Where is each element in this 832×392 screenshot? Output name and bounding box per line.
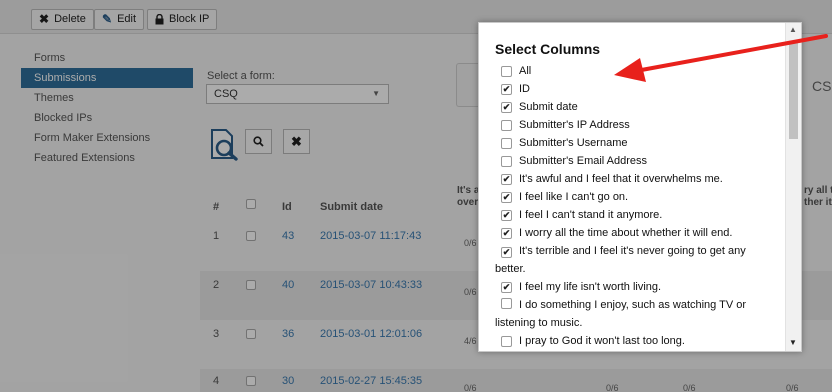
option-label: I feel I can't stand it anymore. bbox=[519, 209, 663, 221]
checkbox-checked[interactable]: ✔ bbox=[501, 102, 512, 113]
column-option-id[interactable]: ✔ ID bbox=[495, 80, 775, 98]
option-label: All bbox=[519, 65, 532, 77]
checkbox-checked[interactable]: ✔ bbox=[501, 192, 512, 203]
option-label: ID bbox=[519, 83, 530, 95]
option-label: I feel like I can't go on. bbox=[519, 191, 629, 203]
checkbox-checked[interactable]: ✔ bbox=[501, 210, 512, 221]
column-option-ip-address[interactable]: Submitter's IP Address bbox=[495, 116, 775, 134]
option-label: Submitter's Email Address bbox=[519, 155, 648, 167]
checkbox-checked[interactable]: ✔ bbox=[501, 174, 512, 185]
column-option-username[interactable]: Submitter's Username bbox=[495, 134, 775, 152]
column-option-email[interactable]: Submitter's Email Address bbox=[495, 152, 775, 170]
scroll-down-icon[interactable]: ▼ bbox=[789, 338, 797, 347]
column-option-q4[interactable]: ✔ I worry all the time about whether it w… bbox=[495, 224, 775, 242]
scroll-thumb[interactable] bbox=[789, 41, 798, 139]
column-option-q5[interactable]: ✔ It's terrible and I feel it's never goi… bbox=[495, 242, 775, 278]
option-label: I do something I enjoy, such as watching… bbox=[495, 299, 747, 329]
checkbox-checked[interactable]: ✔ bbox=[501, 282, 512, 293]
checkbox[interactable] bbox=[501, 336, 512, 347]
option-label: Submit date bbox=[519, 101, 578, 113]
scroll-up-icon[interactable]: ▲ bbox=[789, 25, 797, 34]
option-label: It's terrible and I feel it's never goin… bbox=[495, 245, 746, 275]
select-columns-popup: Select Columns All ✔ ID ✔ Submit date Subm… bbox=[478, 22, 802, 352]
popup-scrollbar[interactable]: ▲ ▼ bbox=[785, 23, 801, 351]
column-option-q2[interactable]: ✔ I feel like I can't go on. bbox=[495, 188, 775, 206]
checkbox[interactable] bbox=[501, 138, 512, 149]
checkbox-checked[interactable]: ✔ bbox=[501, 84, 512, 95]
checkbox-checked[interactable]: ✔ bbox=[501, 228, 512, 239]
column-option-q7[interactable]: I do something I enjoy, such as watching… bbox=[495, 296, 775, 332]
column-option-all[interactable]: All bbox=[495, 62, 775, 80]
checkbox[interactable] bbox=[501, 66, 512, 77]
checkbox[interactable] bbox=[501, 298, 512, 309]
checkbox-checked[interactable]: ✔ bbox=[501, 247, 512, 258]
popup-title: Select Columns bbox=[495, 41, 601, 57]
column-option-submit-date[interactable]: ✔ Submit date bbox=[495, 98, 775, 116]
option-label: Submitter's Username bbox=[519, 137, 628, 149]
option-label: I pray to God it won't last too long. bbox=[519, 335, 685, 347]
column-option-q3[interactable]: ✔ I feel I can't stand it anymore. bbox=[495, 206, 775, 224]
option-label: I worry all the time about whether it wi… bbox=[519, 227, 733, 239]
column-option-q8[interactable]: I pray to God it won't last too long. bbox=[495, 332, 775, 350]
checkbox[interactable] bbox=[501, 156, 512, 167]
select-columns-list: Select Columns All ✔ ID ✔ Submit date Subm… bbox=[479, 23, 787, 351]
option-label: I feel my life isn't worth living. bbox=[519, 281, 662, 293]
column-option-q1[interactable]: ✔ It's awful and I feel that it overwhelm… bbox=[495, 170, 775, 188]
option-label: It's awful and I feel that it overwhelms… bbox=[519, 173, 723, 185]
checkbox[interactable] bbox=[501, 120, 512, 131]
option-label: Submitter's IP Address bbox=[519, 119, 630, 131]
column-option-q6[interactable]: ✔ I feel my life isn't worth living. bbox=[495, 278, 775, 296]
